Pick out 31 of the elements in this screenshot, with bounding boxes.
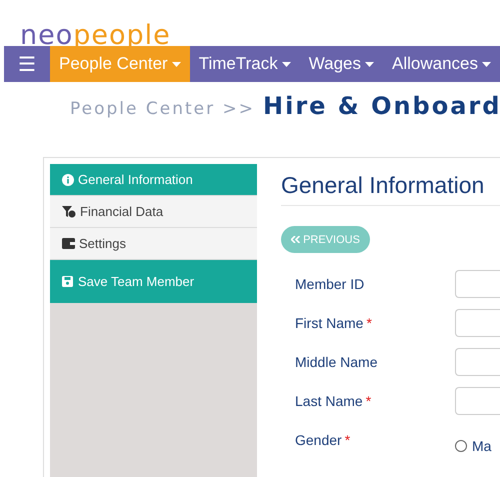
field-label: Middle Name (295, 354, 378, 370)
sidebar-item[interactable]: Settings (50, 228, 257, 260)
field-label: Member ID (295, 276, 366, 292)
sidebar-item[interactable]: Financial Data (50, 196, 257, 228)
required-mark: * (366, 315, 372, 331)
caret-icon (172, 62, 181, 66)
nav-item[interactable]: TimeTrack (190, 46, 300, 82)
caret-icon (482, 62, 491, 66)
save-button[interactable]: Save Team Member (50, 260, 257, 303)
radio-button[interactable] (455, 440, 467, 452)
input-field[interactable] (455, 387, 500, 415)
radio-label: Ma (472, 438, 492, 454)
field-label: Last Name * (295, 393, 372, 409)
required-mark: * (366, 393, 372, 409)
caret-icon (282, 62, 291, 66)
funnel-coin-icon (62, 206, 76, 218)
info-icon (62, 174, 74, 186)
page-title: Hire & Onboard (263, 92, 500, 120)
caret-icon (365, 62, 374, 66)
double-chevron-left-icon (291, 236, 300, 243)
wallet-icon (62, 238, 75, 249)
nav-item[interactable]: Wages (300, 46, 383, 82)
section-title: General Information (281, 164, 500, 206)
field-label: First Name * (295, 315, 373, 331)
field-label: Gender * (295, 432, 352, 448)
nav-item[interactable]: Allowances (383, 46, 500, 82)
input-field[interactable] (455, 270, 500, 298)
required-mark: * (344, 432, 350, 448)
input-field[interactable] (455, 309, 500, 337)
sidebar-item[interactable]: General Information (50, 164, 257, 196)
input-field[interactable] (455, 348, 500, 376)
